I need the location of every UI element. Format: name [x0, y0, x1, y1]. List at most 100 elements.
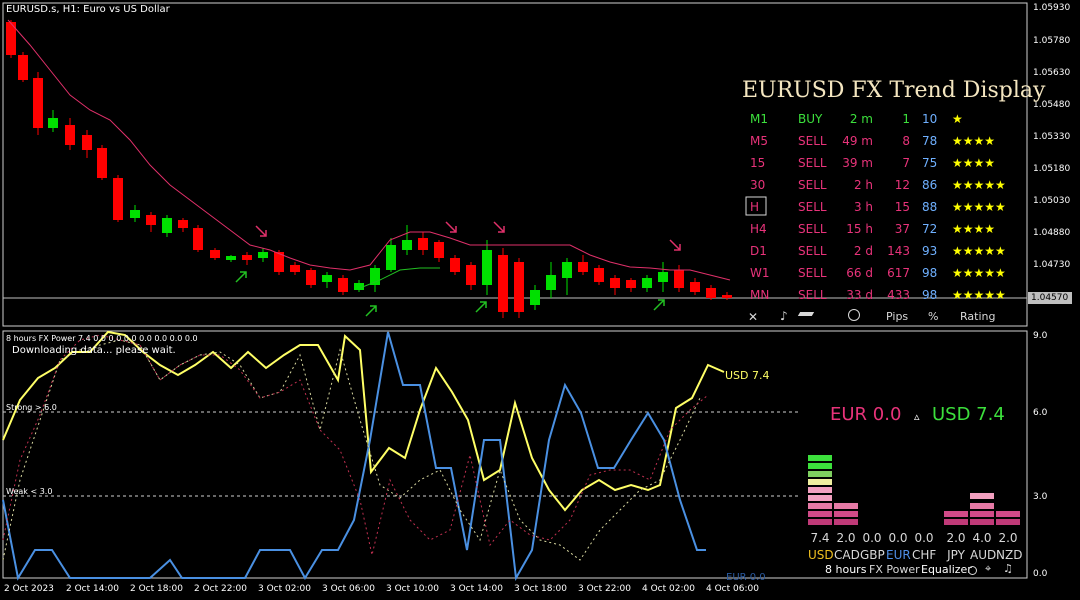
time-tick: 4 Oct 02:00 — [642, 584, 695, 594]
timeframe-label: D1 — [750, 244, 767, 258]
timeframe-label: H4 — [750, 222, 767, 236]
equalizer-currency-gbp[interactable]: GBP — [860, 548, 885, 562]
buy-arrow — [235, 271, 247, 283]
time-tick: 3 Oct 18:00 — [514, 584, 567, 594]
equalizer-segment — [808, 487, 832, 493]
rating-stars: ★★★★★ — [952, 244, 1006, 258]
buy-arrow — [365, 305, 377, 317]
equalizer-currency-cad[interactable]: CAD — [834, 548, 860, 562]
signal-label: SELL — [798, 266, 827, 280]
price-tick: 1.05780 — [1033, 36, 1071, 46]
time-tick: 2 Oct 14:00 — [66, 584, 119, 594]
equalizer-segment — [808, 463, 832, 469]
trend-row[interactable]: H4 SELL 15 h 37 72 ★★★★ — [742, 218, 1024, 240]
candle-body — [658, 272, 668, 282]
equalizer-segment — [808, 455, 832, 461]
rating-stars: ★★★★★ — [952, 288, 1006, 302]
equalizer-label[interactable]: Equalizer — [921, 563, 972, 576]
equalizer-currency-chf[interactable]: CHF — [912, 548, 936, 562]
duration-label: 2 h — [853, 178, 873, 192]
equalizer-segment — [808, 495, 832, 501]
candle-body — [434, 242, 444, 258]
buy-arrow — [475, 301, 487, 313]
trend-row[interactable]: H SELL 3 h 15 88 ★★★★★ — [742, 196, 1024, 218]
trend-line-upper — [7, 19, 731, 281]
indicator-title: 8 hours FX Power 7.4 0.0 0.0 0.0 0.0 0.0… — [6, 334, 198, 343]
candle-body — [258, 252, 268, 258]
trend-row[interactable]: 15 SELL 39 m 7 75 ★★★★ — [742, 152, 1024, 174]
candle-body — [546, 275, 556, 290]
equalizer-segment — [970, 493, 994, 499]
candle-body — [594, 268, 604, 282]
pen-icon[interactable] — [797, 312, 815, 316]
duration-label: 49 m — [842, 134, 873, 148]
usd-line-tag: USD 7.4 — [725, 369, 770, 382]
equalizer-currency-jpy[interactable]: JPY — [944, 548, 968, 562]
signal-label: BUY — [798, 112, 823, 126]
fxpower-label: FX Power — [869, 563, 920, 576]
percent-value: 75 — [922, 156, 938, 170]
equalizer-value: 4.0 — [972, 531, 992, 545]
signal-label: SELL — [798, 222, 827, 236]
rating-stars: ★★★★★ — [952, 178, 1006, 192]
equalizer-currency-aud[interactable]: AUD — [970, 548, 996, 562]
pips-value: 143 — [887, 244, 910, 258]
price-tick: 1.05630 — [1033, 68, 1071, 78]
trend-row[interactable]: MN SELL 33 d 433 98 ★★★★★ — [742, 284, 1024, 306]
equalizer-segment — [808, 519, 832, 525]
equalizer-segment — [834, 503, 858, 509]
signal-label: SELL — [798, 178, 827, 192]
strong-label: Strong > 6.0 — [6, 403, 57, 412]
buy-arrow — [653, 299, 665, 311]
period-label[interactable]: 8 hours — [825, 563, 866, 576]
equalizer-segment — [808, 471, 832, 477]
sell-arrow — [493, 221, 505, 233]
sound-icon[interactable]: ♪ — [780, 309, 788, 323]
candle-body — [674, 270, 684, 288]
timeframe-label: 15 — [750, 156, 766, 170]
percent-header: % — [928, 310, 939, 323]
equalizer-currency-usd[interactable]: USD — [808, 548, 834, 562]
candle-body — [210, 250, 220, 258]
eur-strength-text: EUR 0.0 — [830, 404, 902, 425]
trend-row[interactable]: M5 SELL 49 m 8 78 ★★★★ — [742, 130, 1024, 152]
equalizer-currency-eur[interactable]: EUR — [886, 548, 911, 562]
candle-body — [97, 148, 107, 178]
duration-label: 2 d — [853, 244, 873, 258]
pips-value: 1 — [902, 112, 910, 126]
price-tick: 1.05030 — [1033, 196, 1071, 206]
candle-body — [562, 262, 572, 278]
candle-body — [146, 215, 156, 225]
time-tick: 4 Oct 06:00 — [706, 584, 759, 594]
trend-row[interactable]: D1 SELL 2 d 143 93 ★★★★★ — [742, 240, 1024, 262]
candle-body — [610, 278, 620, 288]
pips-header: Pips — [886, 310, 909, 323]
price-tick: 1.05330 — [1033, 132, 1071, 142]
music-icon[interactable]: ♫ — [1003, 562, 1013, 575]
trend-panel-title: EURUSD FX Trend Display — [742, 78, 1046, 103]
equalizer-segment — [808, 503, 832, 509]
time-tick: 3 Oct 02:00 — [258, 584, 311, 594]
trend-row[interactable]: 30 SELL 2 h 12 86 ★★★★★ — [742, 174, 1024, 196]
equalizer-segment — [834, 519, 858, 525]
percent-value: 72 — [922, 222, 938, 236]
equalizer-segment — [970, 511, 994, 517]
timeframe-label: 30 — [750, 178, 766, 192]
pips-value: 15 — [894, 200, 910, 214]
candle-body — [578, 262, 588, 272]
candle-body — [226, 256, 236, 260]
candle-body — [402, 240, 412, 250]
clock-icon — [848, 309, 860, 321]
indicator-tick: 6.0 — [1033, 408, 1048, 418]
trend-row[interactable]: W1 SELL 66 d 617 98 ★★★★★ — [742, 262, 1024, 284]
equalizer-segment — [996, 511, 1020, 517]
settings-icon[interactable] — [968, 566, 977, 575]
pips-value: 37 — [894, 222, 910, 236]
equalizer-segment — [996, 519, 1020, 525]
equalizer-currency-nzd[interactable]: NZD — [996, 548, 1022, 562]
eur-strength-line — [2, 331, 706, 582]
timeframe-label: W1 — [750, 266, 770, 280]
trend-row[interactable]: M1 BUY 2 m 1 10 ★ — [742, 108, 1024, 130]
crosshair-icon[interactable]: ⌖ — [985, 562, 991, 576]
close-icon[interactable]: ✕ — [748, 310, 758, 324]
